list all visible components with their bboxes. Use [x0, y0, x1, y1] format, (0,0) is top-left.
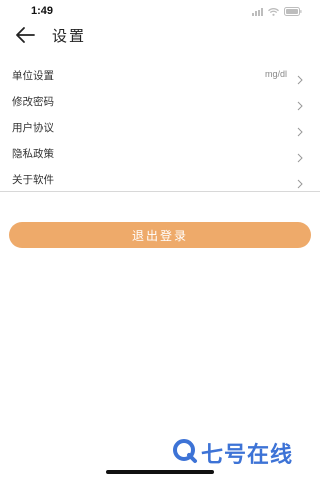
chevron-right-icon	[296, 174, 304, 189]
menu-item-change-password[interactable]: 修改密码	[0, 88, 320, 114]
menu-item-privacy-policy[interactable]: 隐私政策	[0, 140, 320, 166]
menu-item-label: 用户协议	[12, 122, 54, 134]
watermark: 七号在线	[172, 437, 293, 469]
menu-item-label: 单位设置	[12, 70, 54, 82]
menu-item-label: 修改密码	[12, 96, 54, 108]
battery-icon	[284, 7, 302, 16]
menu-item-unit-settings[interactable]: 单位设置 mg/dl	[0, 62, 320, 88]
chevron-right-icon	[296, 70, 304, 85]
wifi-icon	[268, 7, 279, 16]
cellular-signal-icon	[252, 7, 263, 16]
menu-item-about-software[interactable]: 关于软件	[0, 166, 320, 192]
chevron-right-icon	[296, 122, 304, 137]
home-indicator[interactable]	[106, 470, 214, 474]
status-time: 1:49	[31, 5, 54, 17]
page-title: 设置	[52, 27, 87, 45]
menu-item-label: 关于软件	[12, 174, 54, 186]
divider	[0, 191, 320, 192]
unit-value: mg/dl	[264, 69, 287, 79]
settings-menu: 单位设置 mg/dl 修改密码 用户协议 隐私政策 关于软件	[0, 62, 320, 192]
chevron-right-icon	[296, 148, 304, 163]
watermark-logo-icon	[172, 438, 198, 468]
status-bar: 1:49	[0, 0, 320, 22]
watermark-text: 七号在线	[201, 443, 294, 468]
logout-button[interactable]: 退出登录	[9, 222, 311, 248]
chevron-right-icon	[296, 96, 304, 111]
status-icons	[252, 7, 302, 16]
menu-item-label: 隐私政策	[12, 148, 54, 160]
back-arrow-icon[interactable]	[14, 25, 36, 45]
header: 设置	[0, 22, 320, 48]
menu-item-user-agreement[interactable]: 用户协议	[0, 114, 320, 140]
